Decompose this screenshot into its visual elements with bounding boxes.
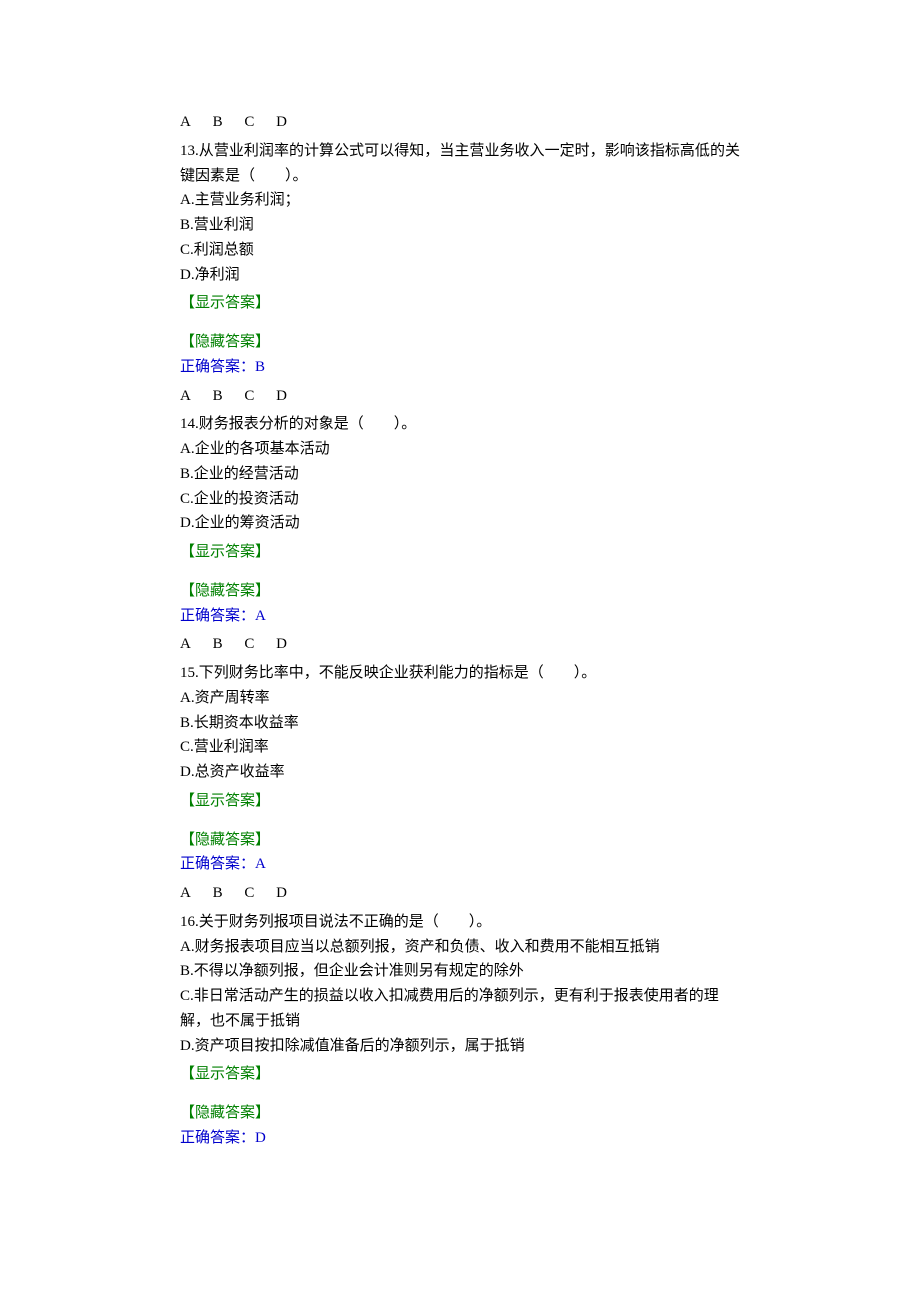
correct-answer: 正确答案：A — [180, 852, 740, 877]
choice-d-label[interactable]: D — [276, 881, 287, 906]
correct-answer: 正确答案：A — [180, 604, 740, 629]
show-answer-link[interactable]: 【显示答案】 — [180, 540, 740, 565]
choice-b-label[interactable]: B — [213, 632, 223, 657]
question-block: A B C D 16.关于财务列报项目说法不正确的是（ ）。 A.财务报表项目应… — [180, 881, 740, 1151]
option-c: C.利润总额 — [180, 238, 740, 263]
choice-b-label[interactable]: B — [213, 881, 223, 906]
option-b: B.企业的经营活动 — [180, 462, 740, 487]
option-b: B.不得以净额列报，但企业会计准则另有规定的除外 — [180, 959, 740, 984]
choice-d-label[interactable]: D — [276, 632, 287, 657]
question-block: A B C D 15.下列财务比率中，不能反映企业获利能力的指标是（ ）。 A.… — [180, 632, 740, 877]
hide-answer-link[interactable]: 【隐藏答案】 — [180, 1101, 740, 1126]
option-c: C.企业的投资活动 — [180, 487, 740, 512]
question-stem: 13.从营业利润率的计算公式可以得知，当主营业务收入一定时，影响该指标高低的关键… — [180, 139, 740, 189]
question-14: 14.财务报表分析的对象是（ ）。 A.企业的各项基本活动 B.企业的经营活动 … — [180, 412, 740, 536]
question-stem: 15.下列财务比率中，不能反映企业获利能力的指标是（ ）。 — [180, 661, 740, 686]
show-answer-link[interactable]: 【显示答案】 — [180, 291, 740, 316]
choice-c-label[interactable]: C — [244, 632, 254, 657]
option-b: B.营业利润 — [180, 213, 740, 238]
choice-a-label[interactable]: A — [180, 881, 191, 906]
option-a: A.企业的各项基本活动 — [180, 437, 740, 462]
choice-d-label[interactable]: D — [276, 384, 287, 409]
choice-c-label[interactable]: C — [244, 384, 254, 409]
question-block: A B C D 13.从营业利润率的计算公式可以得知，当主营业务收入一定时，影响… — [180, 110, 740, 380]
question-15: 15.下列财务比率中，不能反映企业获利能力的指标是（ ）。 A.资产周转率 B.… — [180, 661, 740, 785]
hide-answer-link[interactable]: 【隐藏答案】 — [180, 579, 740, 604]
choice-c-label[interactable]: C — [244, 110, 254, 135]
choice-c-label[interactable]: C — [244, 881, 254, 906]
option-d: D.总资产收益率 — [180, 760, 740, 785]
option-b: B.长期资本收益率 — [180, 711, 740, 736]
choice-b-label[interactable]: B — [213, 384, 223, 409]
choice-row: A B C D — [180, 881, 740, 906]
option-a: A.资产周转率 — [180, 686, 740, 711]
choice-a-label[interactable]: A — [180, 110, 191, 135]
question-13: 13.从营业利润率的计算公式可以得知，当主营业务收入一定时，影响该指标高低的关键… — [180, 139, 740, 288]
hide-answer-link[interactable]: 【隐藏答案】 — [180, 330, 740, 355]
show-answer-link[interactable]: 【显示答案】 — [180, 789, 740, 814]
choice-row: A B C D — [180, 384, 740, 409]
option-d: D.净利润 — [180, 263, 740, 288]
correct-answer: 正确答案：B — [180, 355, 740, 380]
choice-row: A B C D — [180, 632, 740, 657]
option-a: A.财务报表项目应当以总额列报，资产和负债、收入和费用不能相互抵销 — [180, 935, 740, 960]
option-d: D.资产项目按扣除减值准备后的净额列示，属于抵销 — [180, 1034, 740, 1059]
option-d: D.企业的筹资活动 — [180, 511, 740, 536]
correct-answer: 正确答案：D — [180, 1126, 740, 1151]
option-c: C.非日常活动产生的损益以收入扣减费用后的净额列示，更有利于报表使用者的理解，也… — [180, 984, 740, 1034]
option-c: C.营业利润率 — [180, 735, 740, 760]
choice-d-label[interactable]: D — [276, 110, 287, 135]
option-a: A.主营业务利润； — [180, 188, 740, 213]
choice-row: A B C D — [180, 110, 740, 135]
choice-a-label[interactable]: A — [180, 384, 191, 409]
hide-answer-link[interactable]: 【隐藏答案】 — [180, 828, 740, 853]
question-16: 16.关于财务列报项目说法不正确的是（ ）。 A.财务报表项目应当以总额列报，资… — [180, 910, 740, 1059]
choice-a-label[interactable]: A — [180, 632, 191, 657]
question-stem: 14.财务报表分析的对象是（ ）。 — [180, 412, 740, 437]
question-block: A B C D 14.财务报表分析的对象是（ ）。 A.企业的各项基本活动 B.… — [180, 384, 740, 629]
choice-b-label[interactable]: B — [213, 110, 223, 135]
show-answer-link[interactable]: 【显示答案】 — [180, 1062, 740, 1087]
question-stem: 16.关于财务列报项目说法不正确的是（ ）。 — [180, 910, 740, 935]
